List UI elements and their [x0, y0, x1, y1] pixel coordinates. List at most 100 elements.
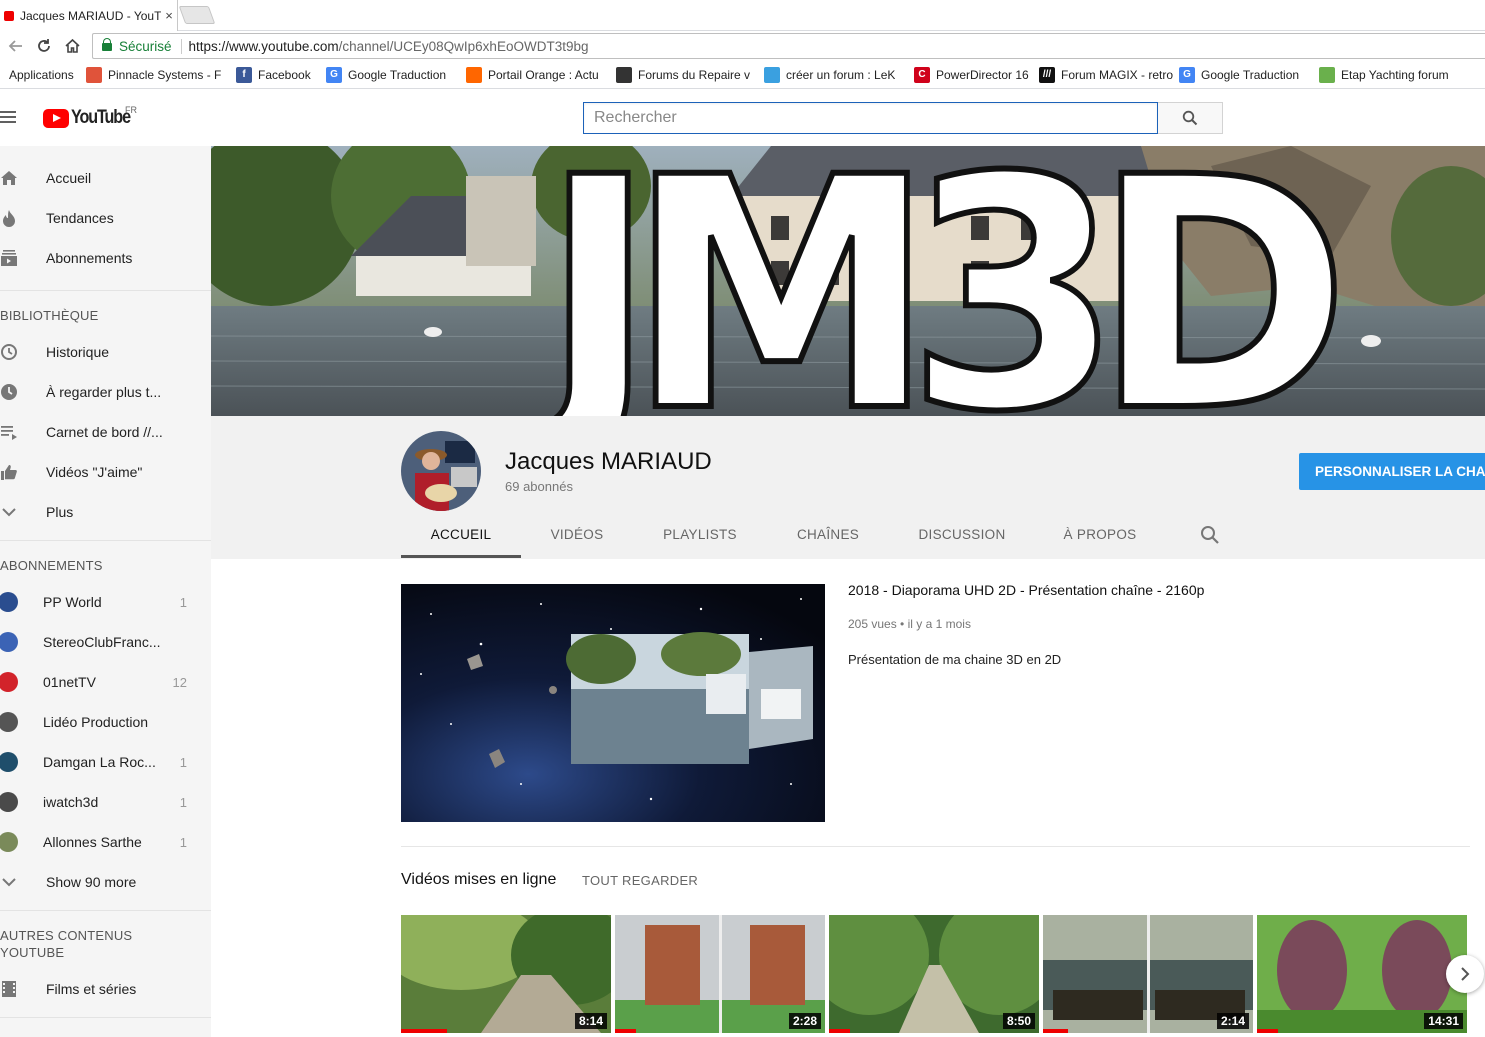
subscription-item[interactable]: Allonnes Sarthe 1 — [0, 822, 211, 862]
pinnacle-icon — [86, 66, 102, 83]
home-icon — [0, 169, 18, 187]
bookmark-label: Google Traduction — [348, 67, 447, 82]
video-thumbnail[interactable]: 8:14 — [401, 915, 611, 1033]
sidebar-item[interactable]: Carnet de bord //... — [0, 412, 211, 452]
sidebar-divider — [0, 540, 211, 541]
video-thumbnail[interactable]: 2:14 — [1043, 915, 1253, 1033]
new-tab-button[interactable] — [178, 6, 216, 24]
sidebar-item-label: Accueil — [46, 170, 92, 186]
channel-tab[interactable]: DISCUSSION — [889, 518, 1035, 558]
shelf-next-button[interactable] — [1446, 955, 1484, 993]
address-bar[interactable]: Sécurisé https://www.youtube.com/channel… — [92, 33, 1485, 59]
subscriptions-icon — [0, 249, 18, 267]
bookmark-item[interactable]: G Google Traduction — [320, 61, 460, 88]
bookmark-item[interactable]: Portail Orange : Actu — [460, 61, 610, 88]
bookmark-label: Portail Orange : Actu — [488, 67, 599, 82]
sidebar-item[interactable]: Abonnements — [0, 238, 211, 278]
trending-icon — [0, 209, 18, 227]
sidebar-item[interactable]: Historique — [0, 332, 211, 372]
chevron-right-icon — [1461, 967, 1470, 981]
sidebar-item[interactable]: Show 90 more — [0, 862, 211, 902]
channel-name: Jacques MARIAUD — [505, 448, 712, 475]
subscription-label: 01netTV — [43, 674, 96, 690]
unread-count: 12 — [172, 674, 187, 690]
thumbs-up-icon — [0, 463, 18, 481]
bookmark-label: Forum MAGIX - retro — [1061, 67, 1173, 82]
youtube-logo[interactable]: YouTube FR — [43, 105, 140, 129]
translate-icon: G — [1179, 66, 1195, 83]
subscription-label: PP World — [43, 594, 102, 610]
channel-avatar[interactable] — [401, 431, 481, 511]
search-input[interactable]: Rechercher — [583, 102, 1158, 134]
subscription-item[interactable]: PP World 1 — [0, 582, 211, 622]
video-thumbnail[interactable]: 8:50 — [829, 915, 1039, 1033]
sidebar-item[interactable]: À regarder plus t... — [0, 372, 211, 412]
home-button-icon[interactable] — [62, 36, 82, 56]
bookmark-item[interactable]: G Google Traduction — [1173, 61, 1313, 88]
sidebar-item-label: Abonnements — [46, 250, 133, 266]
sidebar: Accueil Tendances Abonnements BIBLIOTHÈQUE H… — [0, 146, 211, 1037]
sidebar-divider — [0, 1017, 211, 1018]
sidebar-item-label: Tendances — [46, 210, 114, 226]
channel-tab[interactable]: VIDÉOS — [521, 518, 633, 558]
search-icon — [1182, 110, 1198, 126]
bookmark-label: Pinnacle Systems - F — [108, 67, 222, 82]
history-icon — [0, 343, 18, 361]
unread-count: 1 — [179, 834, 187, 850]
bookmark-item[interactable]: Applications — [0, 61, 80, 88]
youtube-play-icon — [43, 108, 69, 128]
video-thumbnail[interactable]: 2:28 — [615, 915, 825, 1033]
featured-video-title[interactable]: 2018 - Diaporama UHD 2D - Présentation c… — [848, 582, 1204, 598]
section-divider — [401, 846, 1470, 847]
sidebar-item-label: Show 90 more — [46, 874, 137, 890]
unread-count: 1 — [179, 754, 187, 770]
bookmark-item[interactable]: Pinnacle Systems - F — [80, 61, 230, 88]
video-thumbnail[interactable]: 14:31 — [1257, 915, 1467, 1033]
watch-later-icon — [0, 383, 18, 401]
subscription-item[interactable]: Damgan La Roc... 1 — [0, 742, 211, 782]
chevron-down-icon — [0, 503, 18, 521]
channel-tab[interactable]: À PROPOS — [1035, 518, 1165, 558]
sidebar-section-header: ABONNEMENTS — [0, 558, 103, 573]
view-count: 205 vues — [848, 617, 897, 631]
subscription-item[interactable]: 01netTV 12 — [0, 662, 211, 702]
sidebar-item[interactable]: Accueil — [0, 158, 211, 198]
bookmark-item[interactable]: f Facebook — [230, 61, 320, 88]
bookmark-label: Facebook — [258, 67, 311, 82]
close-tab-icon[interactable]: × — [161, 8, 177, 23]
bookmark-item[interactable]: C PowerDirector 16 — [908, 61, 1033, 88]
watch-progress-bar — [615, 1029, 636, 1033]
magix-icon: /// — [1039, 66, 1055, 83]
bookmark-item[interactable]: Forums du Repaire v — [610, 61, 758, 88]
bookmark-item[interactable]: Etap Yachting forum — [1313, 61, 1453, 88]
subscription-item[interactable]: Lidéo Production — [0, 702, 211, 742]
sidebar-item[interactable]: Plus — [0, 492, 211, 532]
sidebar-item[interactable]: Vidéos "J'aime" — [0, 452, 211, 492]
see-all-link[interactable]: TOUT REGARDER — [582, 873, 698, 888]
channel-search-icon[interactable] — [1200, 525, 1220, 548]
video-duration: 8:50 — [1002, 1013, 1035, 1029]
bookmark-item[interactable]: /// Forum MAGIX - retro — [1033, 61, 1173, 88]
channel-tab[interactable]: PLAYLISTS — [633, 518, 767, 558]
url-path: /channel/UCEy08QwIp6xhEoOWDT3t9bg — [338, 38, 589, 54]
featured-video-thumbnail[interactable] — [401, 584, 825, 822]
search-button[interactable] — [1158, 102, 1223, 134]
sidebar-item[interactable]: Films et séries — [0, 969, 211, 1009]
channel-tab[interactable]: CHAÎNES — [767, 518, 889, 558]
customize-channel-button[interactable]: PERSONNALISER LA CHAÎNE — [1299, 453, 1485, 490]
menu-icon[interactable] — [0, 111, 16, 123]
film-icon — [0, 980, 18, 998]
uploads-shelf-title[interactable]: Vidéos mises en ligne — [401, 871, 556, 889]
subscription-item[interactable]: StereoClubFranc... — [0, 622, 211, 662]
bookmark-label: PowerDirector 16 — [936, 67, 1029, 82]
reload-icon[interactable] — [34, 36, 54, 56]
back-arrow-icon[interactable] — [6, 36, 26, 56]
subscription-item[interactable]: iwatch3d 1 — [0, 782, 211, 822]
bookmark-item[interactable]: créer un forum : LeK — [758, 61, 908, 88]
sidebar-item-label: Plus — [46, 504, 74, 520]
browser-tab[interactable]: Jacques MARIAUD - YouT × — [0, 0, 178, 31]
channel-tab[interactable]: ACCUEIL — [401, 518, 521, 558]
bookmarks-bar: Applications Pinnacle Systems - F f Faceboo… — [0, 61, 1485, 89]
bookmark-label: créer un forum : LeK — [786, 67, 896, 82]
sidebar-item[interactable]: Tendances — [0, 198, 211, 238]
